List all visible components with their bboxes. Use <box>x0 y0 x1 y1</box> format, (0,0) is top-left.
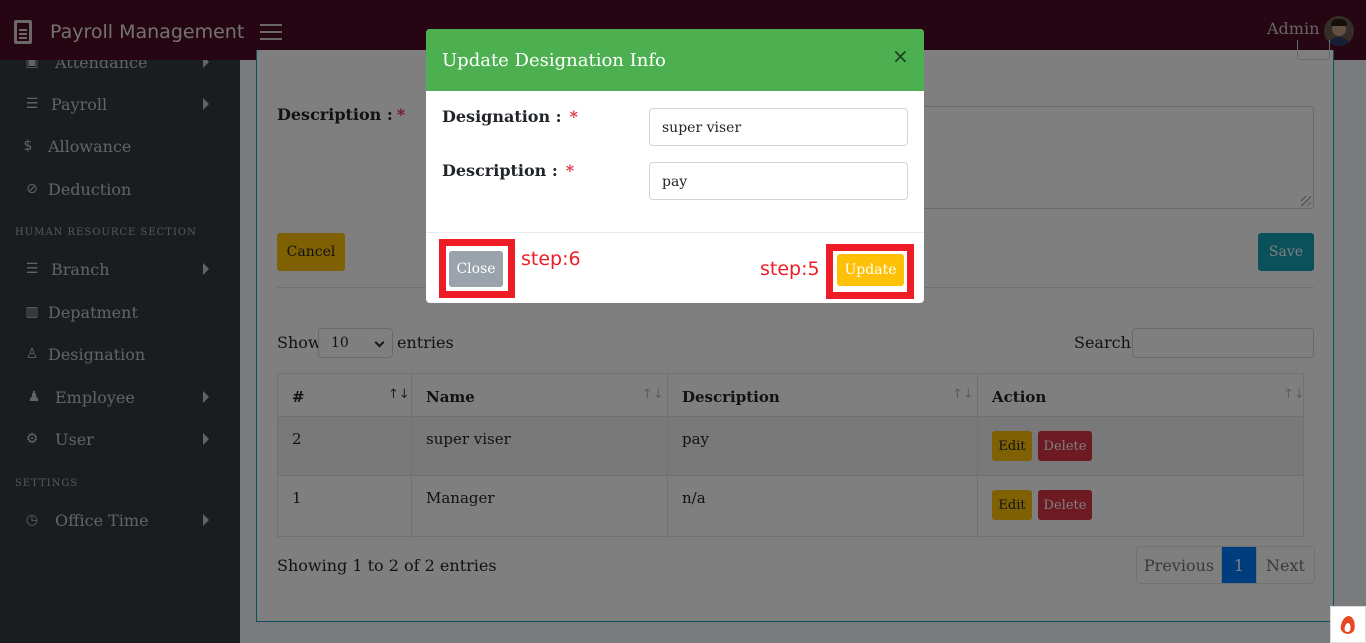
modal-header: Update Designation Info × <box>426 29 924 91</box>
flame-icon[interactable] <box>1330 606 1366 643</box>
modal-footer-divider <box>426 232 924 233</box>
modal-close-button[interactable]: Close <box>449 251 503 287</box>
step-5-annotation: step:5 <box>760 258 820 280</box>
description-field[interactable]: pay <box>649 162 908 200</box>
close-icon[interactable]: × <box>892 44 909 68</box>
designation-field[interactable]: super viser <box>649 108 908 146</box>
modal-title: Update Designation Info <box>442 50 666 71</box>
description-label: Description :* <box>442 161 575 180</box>
step-6-annotation: step:6 <box>521 248 581 270</box>
designation-label: Designation : * <box>442 107 578 126</box>
modal-update-button[interactable]: Update <box>837 254 904 286</box>
